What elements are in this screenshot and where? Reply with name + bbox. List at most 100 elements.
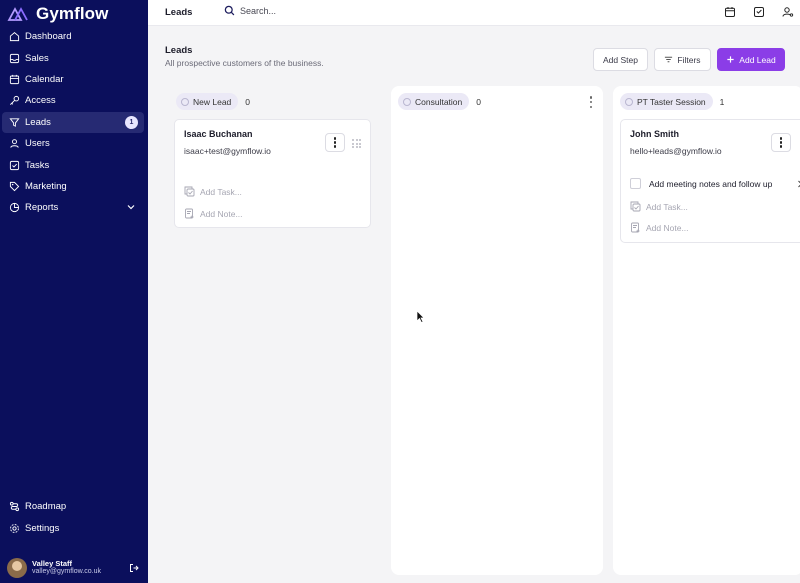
route-icon: [9, 501, 20, 512]
column-header: PT Taster Session 1: [620, 93, 724, 110]
sidebar-item-label: Dashboard: [25, 31, 72, 43]
filters-button[interactable]: Filters: [654, 48, 711, 71]
topbar: Leads: [148, 0, 800, 26]
filters-label: Filters: [677, 54, 701, 65]
sidebar-item-sales[interactable]: Sales: [2, 47, 144, 68]
sidebar-nav: Dashboard Sales Calendar Access Leads 1 …: [0, 26, 148, 219]
users-icon: [9, 138, 20, 149]
search-icon: [224, 5, 235, 16]
lead-name: John Smith: [630, 129, 679, 139]
home-icon: [9, 31, 20, 42]
sidebar-item-label: Marketing: [25, 180, 67, 192]
sidebar-item-label: Reports: [25, 202, 59, 214]
sidebar-item-leads[interactable]: Leads 1: [2, 111, 144, 133]
brand-name: Gymflow: [36, 3, 109, 23]
add-task-row[interactable]: Add Task...: [630, 201, 688, 212]
add-step-label: Add Step: [603, 54, 638, 65]
breadcrumb[interactable]: Leads: [165, 7, 192, 18]
stage-name: New Lead: [193, 96, 232, 107]
tasks-icon: [9, 160, 20, 171]
stage-name: Consultation: [415, 96, 463, 107]
user-name: Valley Staff: [32, 558, 73, 568]
chevron-right-icon[interactable]: [796, 180, 800, 188]
user-email: valley@gymflow.co.uk: [32, 568, 101, 576]
add-lead-button[interactable]: Add Lead: [717, 48, 785, 71]
stage-pill[interactable]: Consultation: [398, 93, 470, 110]
sidebar-item-dashboard[interactable]: Dashboard: [2, 26, 144, 47]
stage-count: 0: [476, 96, 481, 107]
add-note-label: Add Note...: [646, 222, 689, 233]
note-icon: [185, 208, 194, 219]
column-header: Consultation 0: [398, 93, 481, 110]
stage-count: 1: [719, 96, 725, 107]
lead-card[interactable]: John Smith hello+leads@gymflow.io Add me…: [620, 119, 800, 243]
calendar-icon[interactable]: [724, 6, 736, 18]
sidebar-bottom-nav: Roadmap Settings: [0, 496, 148, 539]
sidebar-item-label: Roadmap: [25, 501, 67, 513]
add-note-row[interactable]: Add Note...: [184, 208, 243, 219]
add-task-label: Add Task...: [646, 201, 688, 212]
gear-icon: [9, 523, 20, 534]
card-menu-button[interactable]: [771, 133, 791, 152]
task-checkbox[interactable]: [630, 178, 641, 189]
card-menu-button[interactable]: [325, 133, 345, 152]
add-step-button[interactable]: Add Step: [593, 48, 648, 71]
sidebar-item-users[interactable]: Users: [2, 133, 144, 154]
filter-icon: [9, 117, 20, 128]
page-title: Leads: [165, 45, 193, 56]
stage-name: PT Taster Session: [637, 96, 706, 107]
plus-icon: [727, 56, 734, 63]
chart-icon: [9, 202, 20, 213]
search-bar[interactable]: [224, 5, 360, 16]
lead-card[interactable]: Isaac Buchanan isaac+test@gymflow.io Add…: [174, 119, 371, 228]
inbox-check-icon[interactable]: [753, 6, 765, 18]
column-menu-icon[interactable]: [589, 96, 593, 108]
column-header: New Lead 0: [176, 93, 250, 110]
stage-dot-icon: [625, 97, 633, 106]
task-item[interactable]: Add meeting notes and follow up: [630, 178, 772, 189]
sidebar-item-access[interactable]: Access: [2, 90, 144, 111]
logout-icon[interactable]: [129, 563, 139, 573]
filter-lines-icon: [665, 56, 673, 63]
leads-count-badge: 1: [125, 115, 138, 129]
stage-pill[interactable]: New Lead: [176, 93, 239, 110]
chevron-down-icon[interactable]: [126, 202, 136, 212]
column-pt-taster-session: PT Taster Session 1 John Smith hello+lea…: [613, 86, 800, 575]
main-content: Leads All prospective customers of the b…: [148, 26, 800, 583]
user-settings-icon[interactable]: [782, 6, 794, 18]
mouse-cursor-icon: [416, 310, 425, 323]
sidebar: Gymflow Dashboard Sales Calendar Access …: [0, 0, 148, 583]
sidebar-item-reports[interactable]: Reports: [2, 197, 144, 218]
sidebar-item-label: Users: [25, 138, 50, 150]
stage-pill[interactable]: PT Taster Session: [620, 93, 713, 110]
brand[interactable]: Gymflow: [0, 0, 148, 24]
add-note-row[interactable]: Add Note...: [630, 222, 689, 233]
sidebar-item-tasks[interactable]: Tasks: [2, 154, 144, 175]
add-task-row[interactable]: Add Task...: [184, 186, 242, 197]
calendar-icon: [9, 74, 20, 85]
lead-email: hello+leads@gymflow.io: [630, 146, 722, 156]
user-profile[interactable]: Valley Staff valley@gymflow.co.uk: [0, 553, 148, 583]
drag-handle-icon[interactable]: [352, 139, 361, 148]
task-copy-icon: [630, 201, 641, 212]
lead-email: isaac+test@gymflow.io: [184, 146, 271, 156]
lead-name: Isaac Buchanan: [184, 129, 253, 139]
sidebar-item-label: Sales: [25, 52, 49, 64]
sidebar-item-settings[interactable]: Settings: [2, 517, 144, 538]
task-label: Add meeting notes and follow up: [649, 178, 773, 189]
task-copy-icon: [184, 186, 195, 197]
sidebar-item-calendar[interactable]: Calendar: [2, 69, 144, 90]
note-icon: [631, 222, 640, 233]
sidebar-item-label: Leads: [25, 116, 51, 128]
stage-dot-icon: [181, 97, 189, 106]
sidebar-item-roadmap[interactable]: Roadmap: [2, 496, 144, 517]
search-input[interactable]: [240, 5, 360, 16]
sidebar-item-marketing[interactable]: Marketing: [2, 176, 144, 197]
sidebar-item-label: Calendar: [25, 73, 64, 85]
stage-dot-icon: [403, 97, 411, 106]
add-lead-label: Add Lead: [739, 54, 776, 65]
stage-count: 0: [245, 96, 251, 107]
sidebar-item-label: Tasks: [25, 159, 50, 171]
topbar-actions: [724, 6, 794, 18]
sidebar-item-label: Access: [25, 95, 56, 107]
